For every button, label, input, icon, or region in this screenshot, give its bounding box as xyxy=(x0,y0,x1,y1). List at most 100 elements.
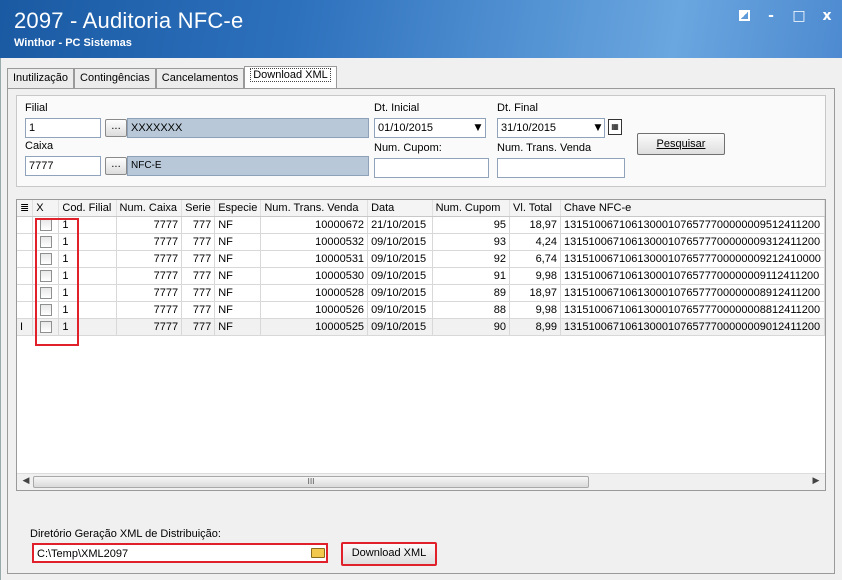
tab-panel-download-xml: Filial 1 ... XXXXXXX Caixa 7777 ... NFC-… xyxy=(7,88,835,574)
cell-num-cupom: 91 xyxy=(432,267,511,285)
cell-num-caixa: 7777 xyxy=(116,216,183,234)
cell-cod-filial: 1 xyxy=(58,267,117,285)
cell-vl-total: 9,98 xyxy=(509,301,561,319)
cell-especie: NF xyxy=(214,250,262,268)
minimize-icon[interactable]: - xyxy=(764,8,778,24)
column-header-x[interactable]: X xyxy=(32,200,60,217)
cell-data: 09/10/2015 xyxy=(367,318,433,336)
table-row[interactable]: 1 7777 777 NF 10000672 21/10/2015 95 18,… xyxy=(17,216,825,234)
tab-contingencias[interactable]: Contingências xyxy=(74,68,156,88)
checkbox[interactable] xyxy=(39,252,52,265)
filial-lookup-button[interactable]: ... xyxy=(105,119,127,137)
maximize-icon[interactable]: □ xyxy=(792,8,806,24)
pesquisar-button[interactable]: Pesquisar xyxy=(637,133,725,155)
cell-num-caixa: 7777 xyxy=(116,318,183,336)
dt-final-input[interactable]: 31/10/2015 xyxy=(497,118,605,138)
restore-icon[interactable] xyxy=(739,10,750,21)
column-header-data[interactable]: Data xyxy=(367,200,433,217)
column-header-vl-total[interactable]: Vl. Total xyxy=(509,200,561,217)
cell-cod-filial: 1 xyxy=(58,284,117,302)
row-checkbox[interactable] xyxy=(32,216,60,234)
cell-num-trans: 10000672 xyxy=(260,216,369,234)
cell-num-caixa: 7777 xyxy=(116,233,183,251)
caixa-name-field: NFC-E xyxy=(127,156,369,176)
cell-data: 09/10/2015 xyxy=(367,284,433,302)
scroll-right-icon[interactable]: ▶ xyxy=(809,476,823,486)
close-icon[interactable]: x xyxy=(820,8,834,24)
checkbox[interactable] xyxy=(39,320,52,333)
calendar-icon[interactable]: ▦ xyxy=(608,119,622,135)
cell-cod-filial: 1 xyxy=(58,233,117,251)
tab-strip: Inutilização Contingências Cancelamentos… xyxy=(7,66,337,88)
cell-cod-filial: 1 xyxy=(58,301,117,319)
cell-serie: 777 xyxy=(181,267,216,285)
cell-chave: 1315100671061300010765777000000091124112… xyxy=(560,267,825,285)
cell-serie: 777 xyxy=(181,318,216,336)
cell-vl-total: 8,99 xyxy=(509,318,561,336)
row-checkbox[interactable] xyxy=(32,301,60,319)
horizontal-scrollbar[interactable]: ◀ III ▶ xyxy=(17,473,825,490)
column-header-cod-filial[interactable]: Cod. Filial xyxy=(58,200,117,217)
tab-cancelamentos[interactable]: Cancelamentos xyxy=(155,68,245,88)
tab-inutilizacao[interactable]: Inutilização xyxy=(7,68,75,88)
row-indicator: I xyxy=(17,318,34,336)
table-row[interactable]: 1 7777 777 NF 10000528 09/10/2015 89 18,… xyxy=(17,284,825,302)
table-row[interactable]: 1 7777 777 NF 10000532 09/10/2015 93 4,2… xyxy=(17,233,825,251)
caixa-input[interactable]: 7777 xyxy=(25,156,101,176)
checkbox[interactable] xyxy=(39,303,52,316)
cell-especie: NF xyxy=(214,233,262,251)
row-indicator xyxy=(17,250,34,268)
row-indicator xyxy=(17,301,34,319)
dt-final-label: Dt. Final xyxy=(497,102,538,114)
table-row[interactable]: 1 7777 777 NF 10000526 09/10/2015 88 9,9… xyxy=(17,301,825,319)
checkbox[interactable] xyxy=(39,286,52,299)
chevron-down-icon[interactable]: ▼ xyxy=(471,119,485,137)
directory-input[interactable]: C:\Temp\XML2097 xyxy=(32,543,328,563)
table-row[interactable]: 1 7777 777 NF 10000531 09/10/2015 92 6,7… xyxy=(17,250,825,268)
column-indicator-icon: ≣ xyxy=(17,200,34,217)
scroll-left-icon[interactable]: ◀ xyxy=(19,476,33,486)
dt-inicial-input[interactable]: 01/10/2015 xyxy=(374,118,486,138)
row-checkbox[interactable] xyxy=(32,233,60,251)
column-header-num-cupom[interactable]: Num. Cupom xyxy=(432,200,511,217)
cell-num-trans: 10000528 xyxy=(260,284,369,302)
cell-serie: 777 xyxy=(181,301,216,319)
checkbox[interactable] xyxy=(39,269,52,282)
results-grid[interactable]: ≣ X Cod. Filial Num. Caixa Serie Especie… xyxy=(16,199,826,491)
scrollbar-thumb[interactable]: III xyxy=(33,476,589,488)
tab-download-xml[interactable]: Download XML xyxy=(244,66,337,88)
filter-group: Filial 1 ... XXXXXXX Caixa 7777 ... NFC-… xyxy=(16,95,826,187)
row-checkbox[interactable] xyxy=(32,284,60,302)
num-trans-label: Num. Trans. Venda xyxy=(497,142,592,154)
cell-num-cupom: 89 xyxy=(432,284,511,302)
results-table: ≣ X Cod. Filial Num. Caixa Serie Especie… xyxy=(17,200,825,336)
filial-label: Filial xyxy=(25,102,48,114)
row-checkbox[interactable] xyxy=(32,267,60,285)
column-header-chave-nfce[interactable]: Chave NFC-e xyxy=(560,200,825,217)
column-header-num-caixa[interactable]: Num. Caixa xyxy=(116,200,183,217)
cell-serie: 777 xyxy=(181,284,216,302)
directory-label: Diretório Geração XML de Distribuição: xyxy=(28,527,223,541)
download-xml-button[interactable]: Download XML xyxy=(341,542,437,566)
caixa-lookup-button[interactable]: ... xyxy=(105,157,127,175)
filial-input[interactable]: 1 xyxy=(25,118,101,138)
checkbox[interactable] xyxy=(39,235,52,248)
cell-num-trans: 10000526 xyxy=(260,301,369,319)
table-row[interactable]: I 1 7777 777 NF 10000525 09/10/2015 90 8… xyxy=(17,318,825,336)
num-cupom-input[interactable] xyxy=(374,158,489,178)
row-checkbox[interactable] xyxy=(32,318,60,336)
column-header-serie[interactable]: Serie xyxy=(181,200,216,217)
row-checkbox[interactable] xyxy=(32,250,60,268)
column-header-num-trans-venda[interactable]: Num. Trans. Venda xyxy=(260,200,369,217)
cell-chave: 1315100671061300010765777000000092124100… xyxy=(560,250,825,268)
cell-serie: 777 xyxy=(181,250,216,268)
cell-serie: 777 xyxy=(181,233,216,251)
window-subtitle: Winthor - PC Sistemas xyxy=(14,37,132,49)
column-header-especie[interactable]: Especie xyxy=(214,200,262,217)
num-trans-input[interactable] xyxy=(497,158,625,178)
table-row[interactable]: 1 7777 777 NF 10000530 09/10/2015 91 9,9… xyxy=(17,267,825,285)
checkbox[interactable] xyxy=(39,218,52,231)
cell-num-cupom: 93 xyxy=(432,233,511,251)
chevron-down-icon[interactable]: ▼ xyxy=(591,119,605,137)
folder-icon[interactable] xyxy=(311,548,325,558)
